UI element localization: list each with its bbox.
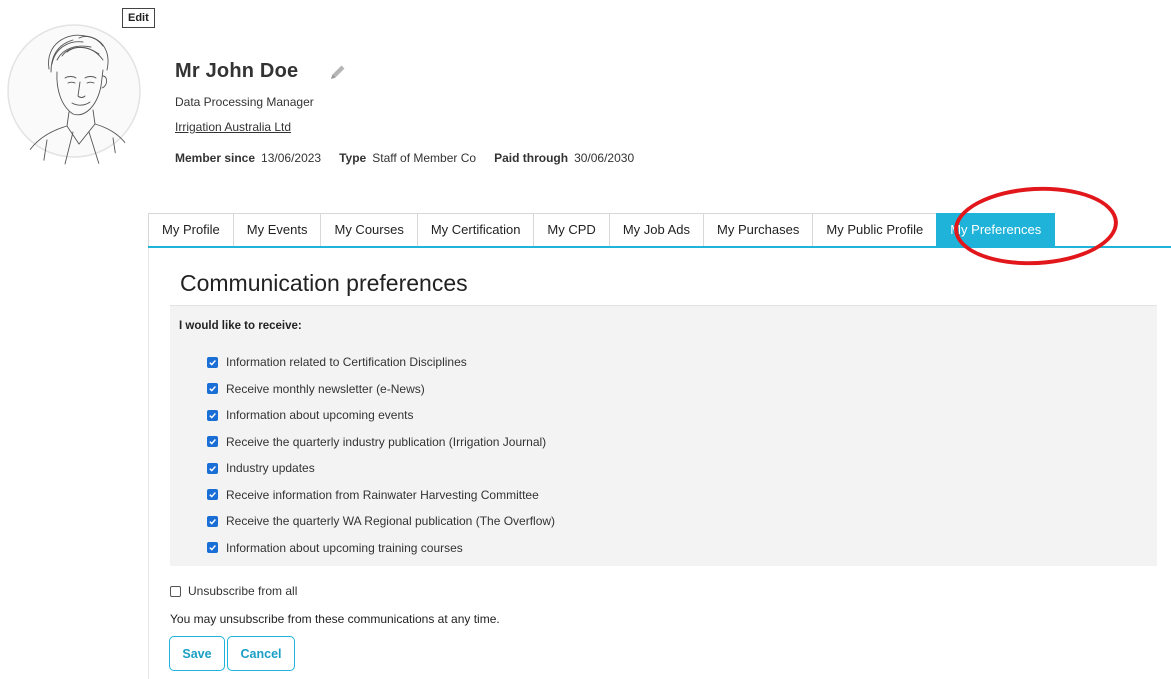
checkmark-icon	[209, 359, 216, 366]
unsubscribe-row: Unsubscribe from all	[170, 584, 297, 598]
tab-my-preferences[interactable]: My Preferences	[936, 213, 1056, 246]
checkbox-irrigation-journal[interactable]	[207, 436, 218, 448]
list-item: Information about upcoming training cour…	[207, 535, 555, 562]
type-value: Staff of Member Co	[372, 151, 477, 165]
membership-meta: Member since 13/06/2023 Type Staff of Me…	[175, 151, 634, 165]
checkbox-upcoming-events[interactable]	[207, 409, 218, 421]
list-item: Industry updates	[207, 455, 555, 482]
preferences-panel: I would like to receive: Information rel…	[170, 306, 1157, 566]
checkmark-icon	[209, 518, 216, 525]
profile-tabs: My Profile My Events My Courses My Certi…	[148, 213, 1171, 248]
checkmark-icon	[209, 465, 216, 472]
preference-label: Information related to Certification Dis…	[226, 355, 467, 370]
checkmark-icon	[209, 386, 216, 392]
type-label: Type	[339, 151, 367, 165]
unsubscribe-note: You may unsubscribe from these communica…	[170, 612, 500, 626]
checkbox-wa-regional-publication[interactable]	[207, 515, 218, 527]
preferences-list: Information related to Certification Dis…	[207, 349, 555, 561]
paid-through-value: 30/06/2030	[574, 151, 635, 165]
list-item: Receive the quarterly WA Regional public…	[207, 508, 555, 535]
tab-my-job-ads[interactable]: My Job Ads	[608, 213, 705, 246]
list-item: Receive information from Rainwater Harve…	[207, 482, 555, 509]
preference-label: Receive the quarterly industry publicati…	[226, 434, 547, 449]
tab-my-public-profile[interactable]: My Public Profile	[812, 213, 938, 246]
member-since-value: 13/06/2023	[261, 151, 322, 165]
tab-my-cpd[interactable]: My CPD	[533, 213, 610, 246]
checkmark-icon	[209, 412, 216, 419]
checkbox-monthly-newsletter[interactable]	[207, 383, 218, 395]
section-title: Communication preferences	[180, 270, 468, 296]
avatar	[7, 14, 142, 169]
avatar-sketch-image	[7, 24, 141, 167]
preference-label: Information about upcoming training cour…	[226, 540, 463, 555]
checkmark-icon	[209, 492, 216, 498]
preference-label: Receive the quarterly WA Regional public…	[226, 514, 556, 529]
edit-avatar-button[interactable]: Edit	[122, 8, 155, 28]
member-name-row: Mr John Doe	[175, 60, 348, 83]
preference-label: Receive monthly newsletter (e-News)	[226, 381, 425, 396]
checkbox-training-courses[interactable]	[207, 542, 218, 554]
save-button[interactable]: Save	[169, 636, 225, 671]
job-title: Data Processing Manager	[175, 95, 314, 109]
preference-label: Receive information from Rainwater Harve…	[226, 487, 539, 502]
preferences-heading: I would like to receive:	[179, 320, 302, 332]
checkbox-certification-disciplines[interactable]	[207, 356, 218, 368]
tab-my-purchases[interactable]: My Purchases	[703, 213, 814, 246]
unsubscribe-label: Unsubscribe from all	[188, 584, 298, 598]
content-left-divider	[148, 248, 149, 679]
checkmark-icon	[209, 545, 216, 551]
member-since-label: Member since	[175, 151, 256, 165]
cancel-button[interactable]: Cancel	[227, 636, 295, 671]
member-name: Mr John Doe	[175, 60, 299, 82]
tab-my-profile[interactable]: My Profile	[148, 213, 234, 246]
list-item: Receive monthly newsletter (e-News)	[207, 376, 555, 403]
company-link[interactable]: Irrigation Australia Ltd	[175, 120, 291, 134]
unsubscribe-all-checkbox[interactable]	[170, 585, 181, 597]
checkbox-rainwater-harvesting[interactable]	[207, 489, 218, 501]
preference-label: Industry updates	[226, 461, 315, 476]
checkmark-icon	[209, 439, 216, 445]
checkbox-industry-updates[interactable]	[207, 462, 218, 474]
tab-my-events[interactable]: My Events	[232, 213, 322, 246]
list-item: Receive the quarterly industry publicati…	[207, 429, 555, 456]
paid-through-label: Paid through	[494, 151, 569, 165]
preference-label: Information about upcoming events	[226, 408, 414, 423]
pencil-icon[interactable]	[328, 62, 348, 82]
tab-my-certification[interactable]: My Certification	[416, 213, 535, 246]
list-item: Information related to Certification Dis…	[207, 349, 555, 376]
list-item: Information about upcoming events	[207, 402, 555, 429]
tab-my-courses[interactable]: My Courses	[320, 213, 418, 246]
